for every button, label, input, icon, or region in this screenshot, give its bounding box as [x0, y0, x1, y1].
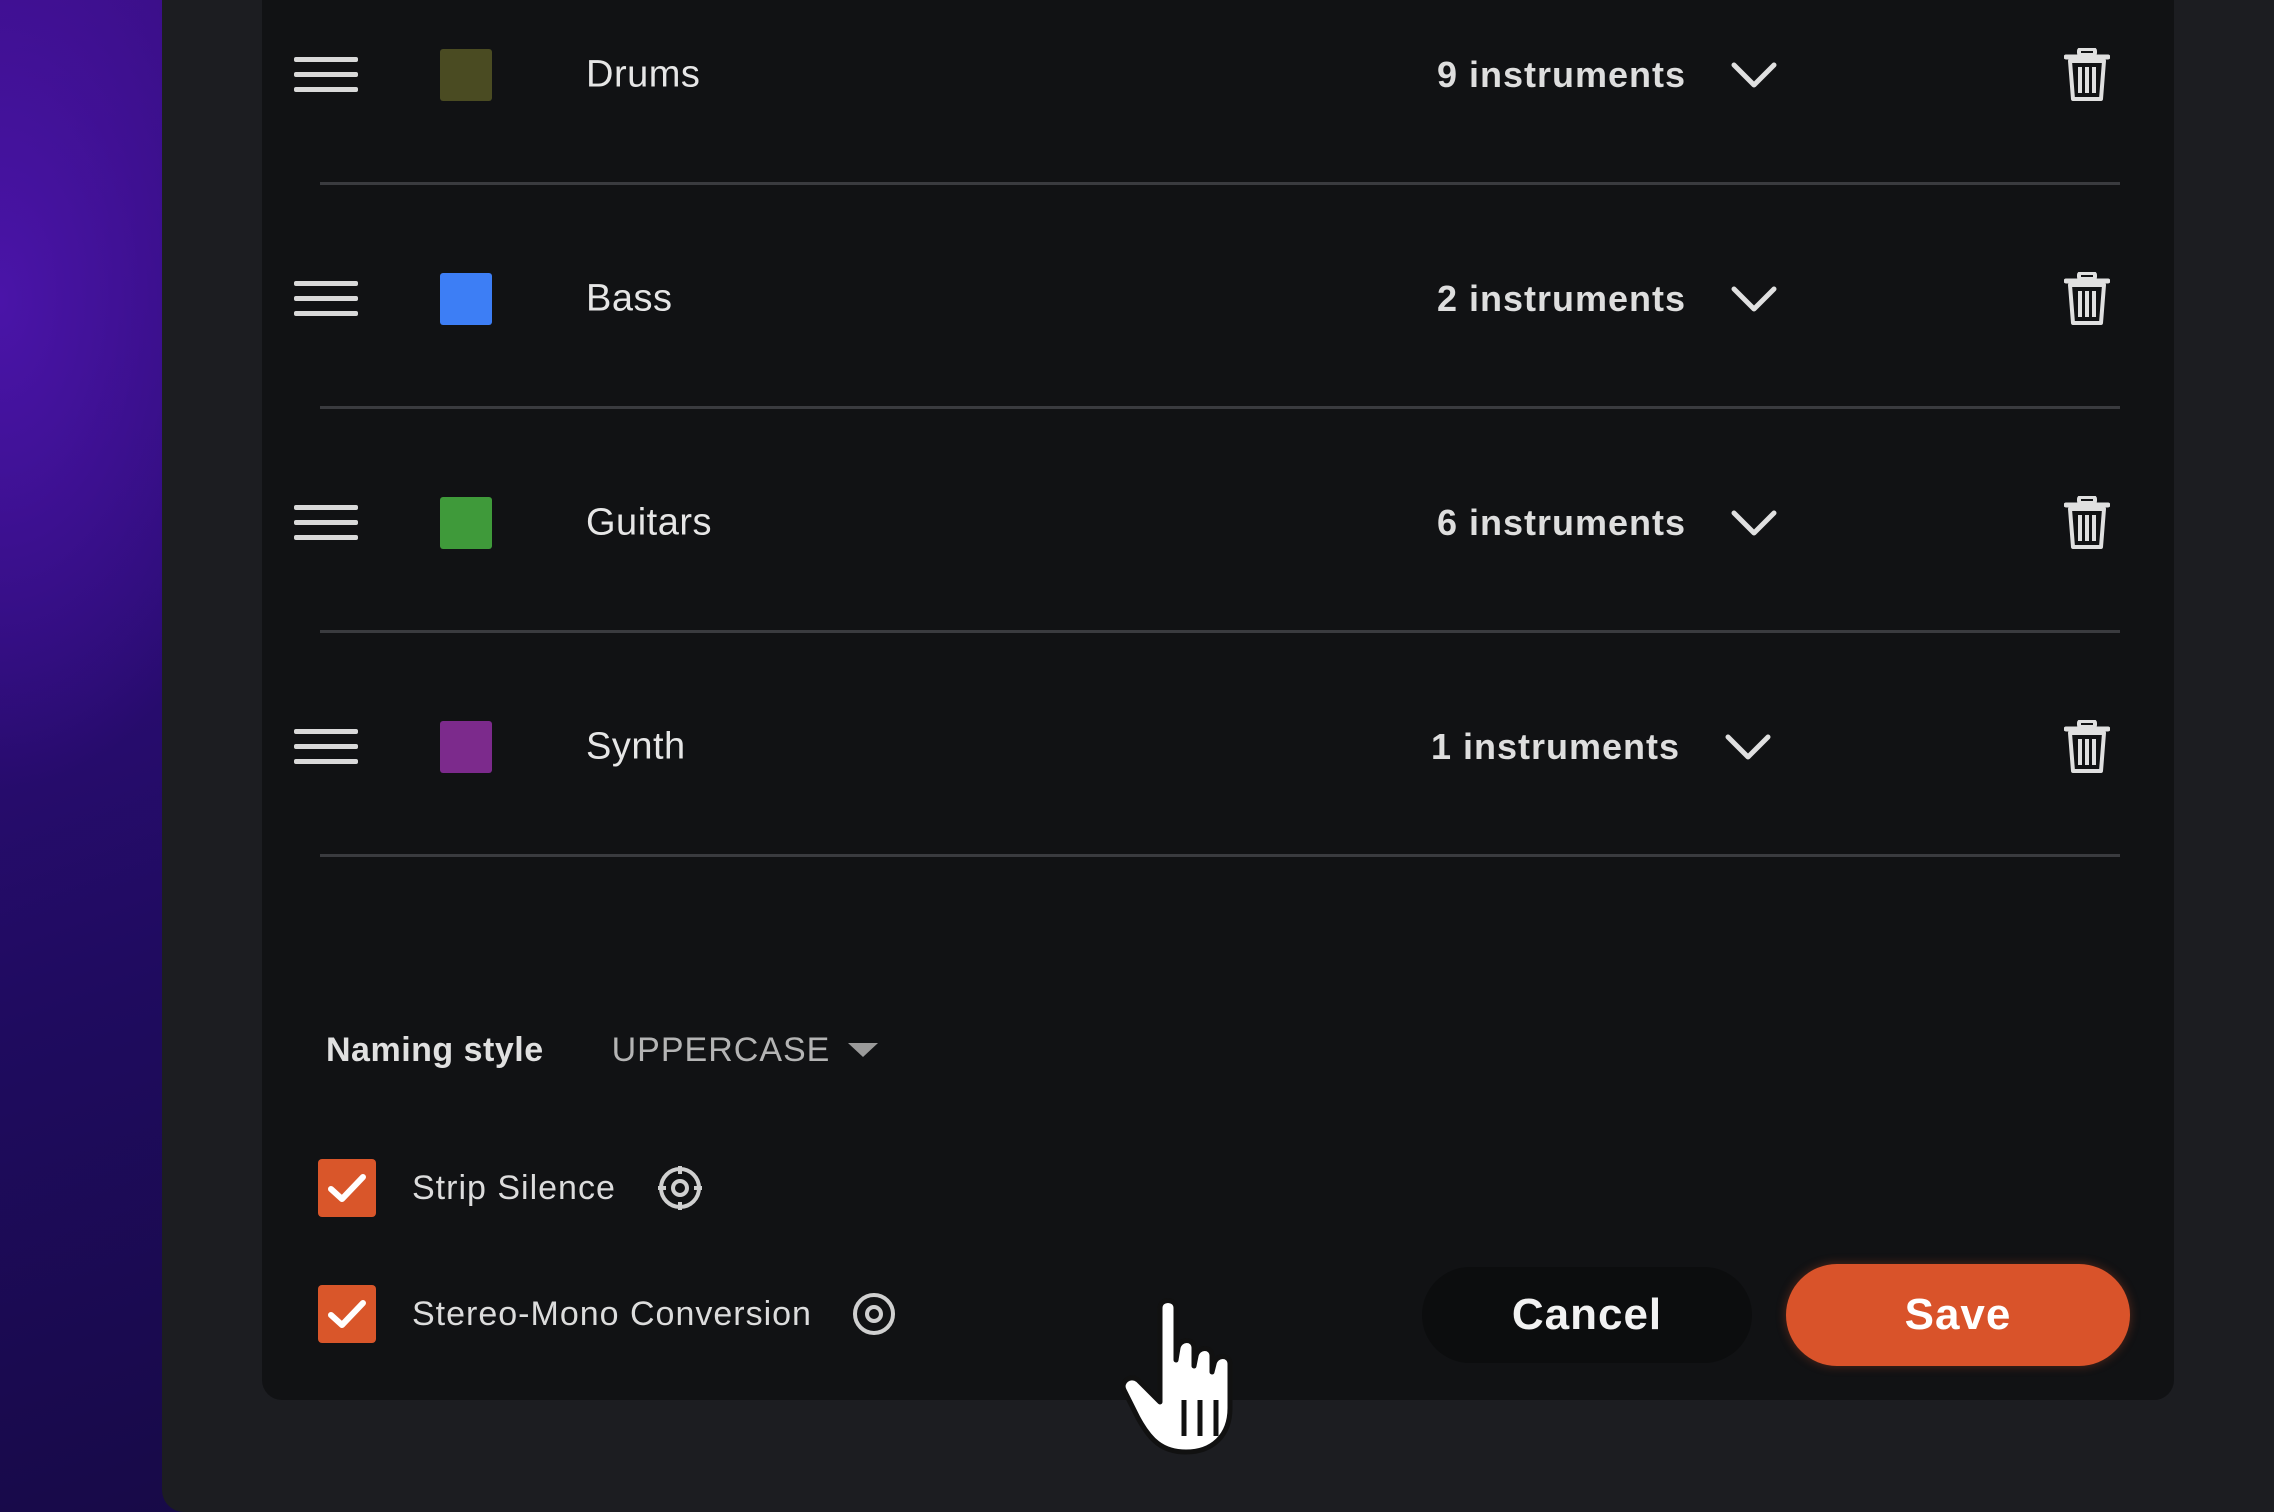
drag-handle-icon[interactable] [294, 505, 358, 541]
save-button[interactable]: Save [1786, 1264, 2130, 1366]
row-divider [320, 406, 2120, 409]
naming-style-value: UPPERCASE [611, 1030, 831, 1069]
naming-style-select[interactable]: UPPERCASE [612, 1031, 879, 1070]
group-row-guitars: Guitars 6 instruments [262, 448, 2174, 598]
trash-icon[interactable] [2064, 496, 2110, 550]
strip-silence-checkbox[interactable] [318, 1159, 376, 1217]
stereo-mono-label: Stereo-Mono Conversion [412, 1294, 812, 1333]
instrument-count: 1 instruments [1430, 726, 1680, 767]
group-name: Synth [586, 725, 686, 768]
group-row-drums: Drums 9 instruments [262, 0, 2174, 150]
trash-icon[interactable] [2064, 720, 2110, 774]
color-swatch[interactable] [440, 49, 492, 101]
gear-icon[interactable] [656, 1164, 704, 1212]
color-swatch[interactable] [440, 497, 492, 549]
drag-handle-icon[interactable] [294, 281, 358, 317]
group-name: Bass [586, 277, 673, 320]
check-icon [328, 1174, 366, 1202]
group-name: Guitars [586, 501, 712, 544]
drag-handle-icon[interactable] [294, 57, 358, 93]
stereo-mono-option: Stereo-Mono Conversion [318, 1284, 898, 1344]
color-swatch[interactable] [440, 721, 492, 773]
instrument-count: 9 instruments [1436, 54, 1686, 95]
trash-icon[interactable] [2064, 48, 2110, 102]
cancel-button[interactable]: Cancel [1422, 1267, 1752, 1363]
check-icon [328, 1300, 366, 1328]
color-swatch[interactable] [440, 273, 492, 325]
drag-handle-icon[interactable] [294, 729, 358, 765]
strip-silence-option: Strip Silence [318, 1158, 704, 1218]
naming-style-row: Naming style UPPERCASE [326, 1022, 879, 1078]
group-row-synth: Synth 1 instruments [262, 672, 2174, 822]
instrument-count: 6 instruments [1436, 502, 1686, 543]
chevron-down-icon[interactable] [1730, 284, 1778, 314]
gear-icon[interactable] [850, 1290, 898, 1338]
stereo-mono-checkbox[interactable] [318, 1285, 376, 1343]
instrument-count: 2 instruments [1436, 278, 1686, 319]
naming-style-label: Naming style [326, 1030, 544, 1069]
hand-pointer-icon [1120, 1298, 1233, 1455]
strip-silence-label: Strip Silence [412, 1168, 616, 1207]
chevron-down-icon[interactable] [1730, 508, 1778, 538]
chevron-down-icon[interactable] [1730, 60, 1778, 90]
row-divider [320, 854, 2120, 857]
instrument-groups-panel: Drums 9 instruments Bass 2 instruments G… [262, 0, 2174, 1455]
group-name: Drums [586, 53, 701, 96]
chevron-down-icon[interactable] [1724, 732, 1772, 762]
caret-down-icon [848, 1043, 879, 1057]
trash-icon[interactable] [2064, 272, 2110, 326]
group-row-bass: Bass 2 instruments [262, 224, 2174, 374]
row-divider [320, 182, 2120, 185]
row-divider [320, 630, 2120, 633]
